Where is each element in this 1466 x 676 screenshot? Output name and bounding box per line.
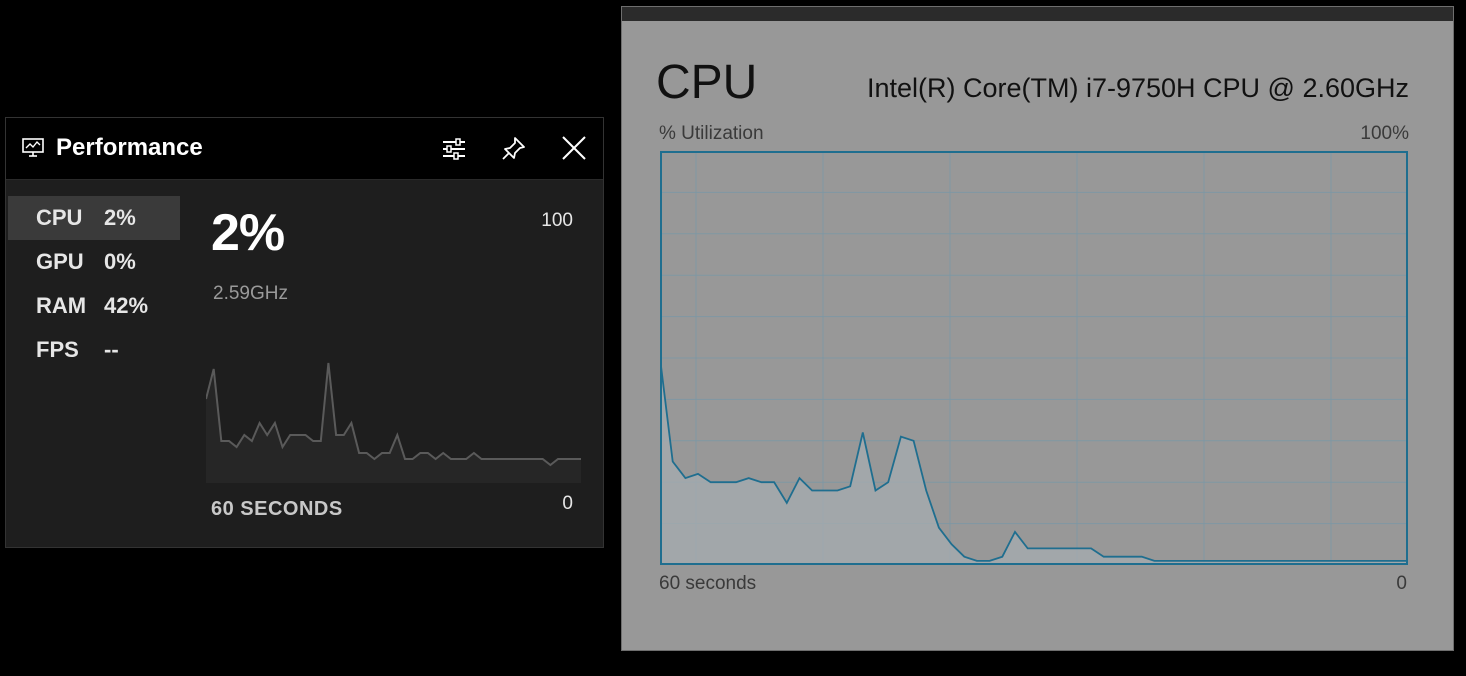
metric-value: 42% bbox=[104, 293, 149, 318]
metric-value: 2% bbox=[104, 205, 136, 230]
close-icon bbox=[562, 136, 586, 160]
metric-name: CPU bbox=[36, 205, 83, 230]
cpu-frequency: 2.59GHz bbox=[213, 283, 288, 304]
metric-value: -- bbox=[104, 337, 119, 362]
pane-title: CPU bbox=[656, 56, 758, 109]
cpu-history-chart bbox=[206, 362, 581, 483]
settings-button[interactable] bbox=[434, 130, 474, 168]
pin-icon bbox=[502, 137, 525, 160]
pane-top-bar bbox=[622, 7, 1453, 21]
metric-name: GPU bbox=[36, 249, 84, 274]
x-axis-label: 60 seconds bbox=[659, 573, 757, 594]
metric-cpu[interactable]: CPU 2% bbox=[8, 196, 180, 240]
task-manager-cpu-pane: CPU Intel(R) Core(TM) i7-9750H CPU @ 2.6… bbox=[621, 6, 1454, 651]
y-axis-label: % Utilization bbox=[659, 123, 764, 144]
cpu-model: Intel(R) Core(TM) i7-9750H CPU @ 2.60GHz bbox=[866, 73, 1409, 103]
metric-value: 0% bbox=[104, 249, 136, 274]
close-button[interactable] bbox=[554, 130, 594, 168]
widget-header[interactable]: Performance bbox=[6, 118, 603, 180]
time-window-label: 60 SECONDS bbox=[211, 498, 343, 520]
history-area bbox=[206, 363, 581, 483]
metric-ram[interactable]: RAM 42% bbox=[8, 284, 180, 328]
metric-name: RAM bbox=[36, 293, 87, 318]
chart-min-label: 0 bbox=[562, 493, 573, 514]
chart-max-label: 100 bbox=[541, 210, 573, 231]
widget-title: Performance bbox=[56, 134, 203, 161]
utilization-graph bbox=[660, 151, 1408, 565]
current-value: 2% bbox=[211, 204, 285, 262]
sliders-icon bbox=[443, 138, 465, 160]
performance-widget: Performance CPU 2% GPU 0% RAM 42% FPS --… bbox=[5, 117, 604, 548]
metric-fps[interactable]: FPS -- bbox=[8, 328, 180, 372]
x-min-label: 0 bbox=[1396, 573, 1407, 594]
metric-name: FPS bbox=[36, 337, 79, 362]
metric-list: CPU 2% GPU 0% RAM 42% FPS -- bbox=[8, 196, 180, 372]
performance-monitor-icon bbox=[22, 138, 44, 157]
pin-button[interactable] bbox=[493, 130, 533, 168]
y-max-label: 100% bbox=[1360, 123, 1409, 144]
metric-gpu[interactable]: GPU 0% bbox=[8, 240, 180, 284]
